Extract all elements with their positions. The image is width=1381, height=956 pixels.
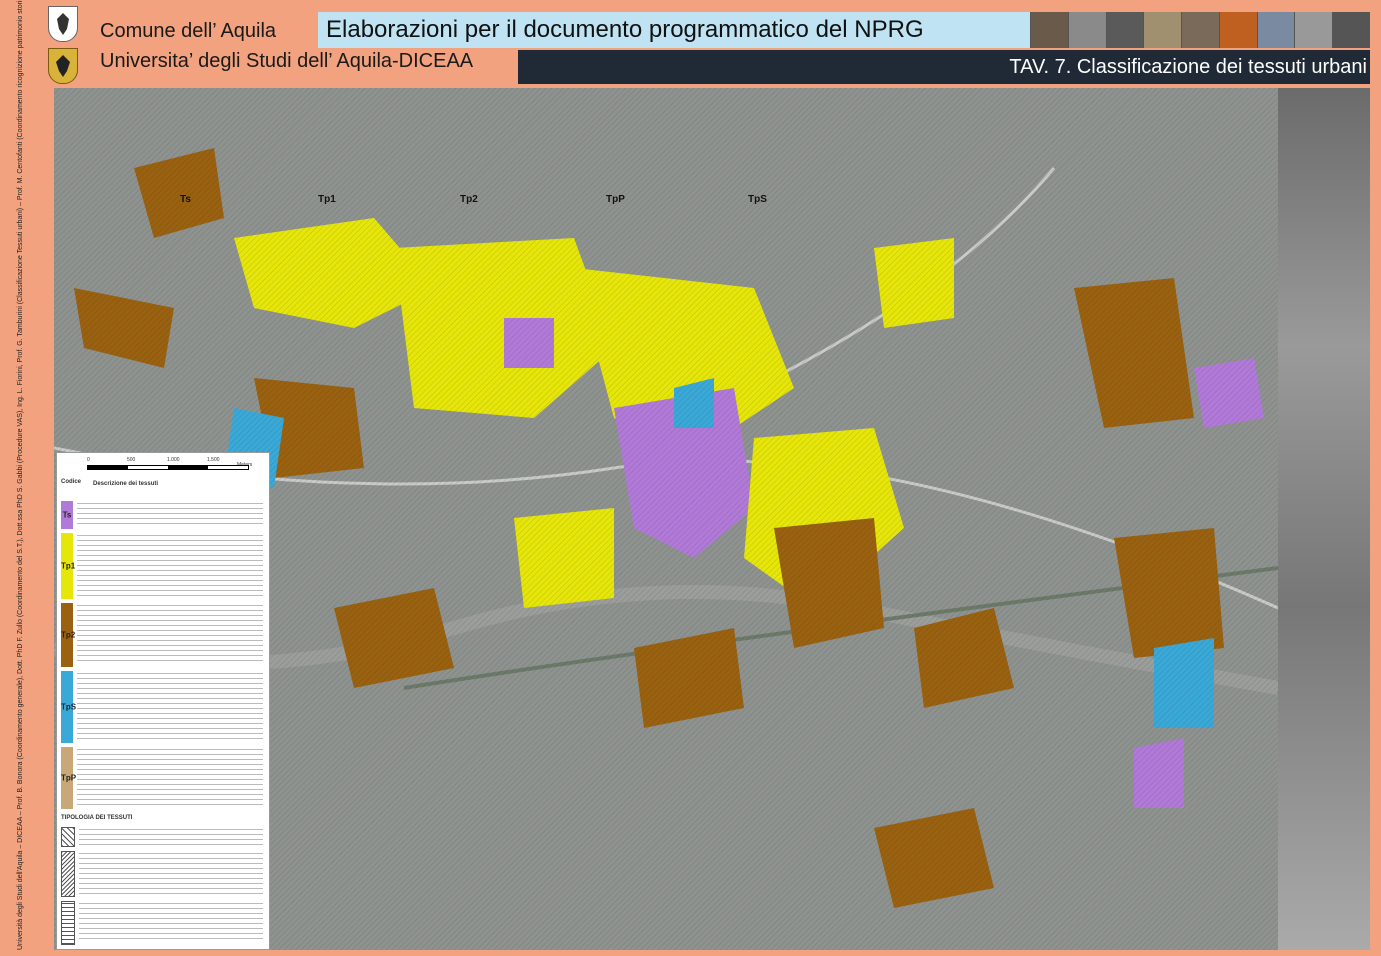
side-credits: Università degli Studi dell'Aquila – DIC…: [2, 0, 42, 950]
map-label-tps: TpS: [748, 194, 767, 205]
comune-crest-icon: [48, 6, 78, 42]
side-credits-text: Università degli Studi dell'Aquila – DIC…: [17, 0, 24, 950]
legend-col-code: Codice: [61, 479, 82, 485]
page-title: Elaborazioni per il documento programmat…: [326, 16, 924, 43]
tipologia-swatch: [61, 827, 75, 847]
map-label-tpp: TpP: [606, 194, 625, 205]
tav-title: TAV. 7. Classificazione dei tessuti urba…: [1009, 56, 1367, 78]
tipologia-swatch: [61, 851, 75, 897]
legend-row-tps: TpS: [61, 671, 265, 743]
map-legend: 0 500 1.000 1.500 Meters Codice Descrizi…: [56, 452, 270, 950]
legend-desc-text: [77, 605, 263, 665]
legend-desc-text: [77, 673, 263, 741]
tipologia-desc-text: [79, 853, 263, 895]
tipologia-row-2: [61, 851, 265, 897]
org-line-1: Comune dell’ Aquila: [100, 20, 277, 42]
legend-row-ts: Ts: [61, 501, 265, 529]
map-label-tp2: Tp2: [460, 194, 478, 205]
map-label-ts: Ts: [180, 194, 191, 205]
scale-label-0: 0: [87, 457, 90, 463]
scale-label-1500: 1.500: [207, 457, 220, 463]
right-photo-strip: [1278, 88, 1370, 950]
legend-desc-text: [77, 503, 263, 527]
scale-bar-graphic: [87, 465, 249, 470]
legend-row-tp2: Tp2: [61, 603, 265, 667]
header-photo-strip: [1030, 12, 1371, 48]
tipologia-row-3: [61, 901, 265, 945]
legend-code: Tp1: [61, 561, 76, 571]
legend-desc-text: [77, 535, 263, 597]
legend-code: Ts: [62, 510, 72, 520]
legend-col-desc: Descrizione dei tessuti: [93, 481, 159, 487]
tipologia-desc-text: [79, 829, 263, 845]
map-label-tp1: Tp1: [318, 194, 336, 205]
tipologia-swatch: [61, 901, 75, 945]
legend-code: TpP: [61, 773, 77, 783]
legend-row-tp1: Tp1: [61, 533, 265, 599]
university-crest-icon: [48, 48, 78, 84]
scale-label-500: 500: [127, 457, 136, 463]
org-line-2: Universita’ degli Studi dell’ Aquila-DIC…: [100, 50, 474, 72]
legend-code: Tp2: [61, 630, 76, 640]
legend-code: TpS: [61, 702, 77, 712]
tipologia-heading: TIPOLOGIA DEI TESSUTI: [61, 815, 133, 821]
scale-label-1000: 1.000: [167, 457, 180, 463]
legend-row-tpp: TpP: [61, 747, 265, 809]
scale-bar: 0 500 1.000 1.500 Meters: [87, 457, 257, 471]
tipologia-row-1: [61, 827, 265, 847]
tipologia-desc-text: [79, 903, 263, 943]
legend-desc-text: [77, 749, 263, 807]
